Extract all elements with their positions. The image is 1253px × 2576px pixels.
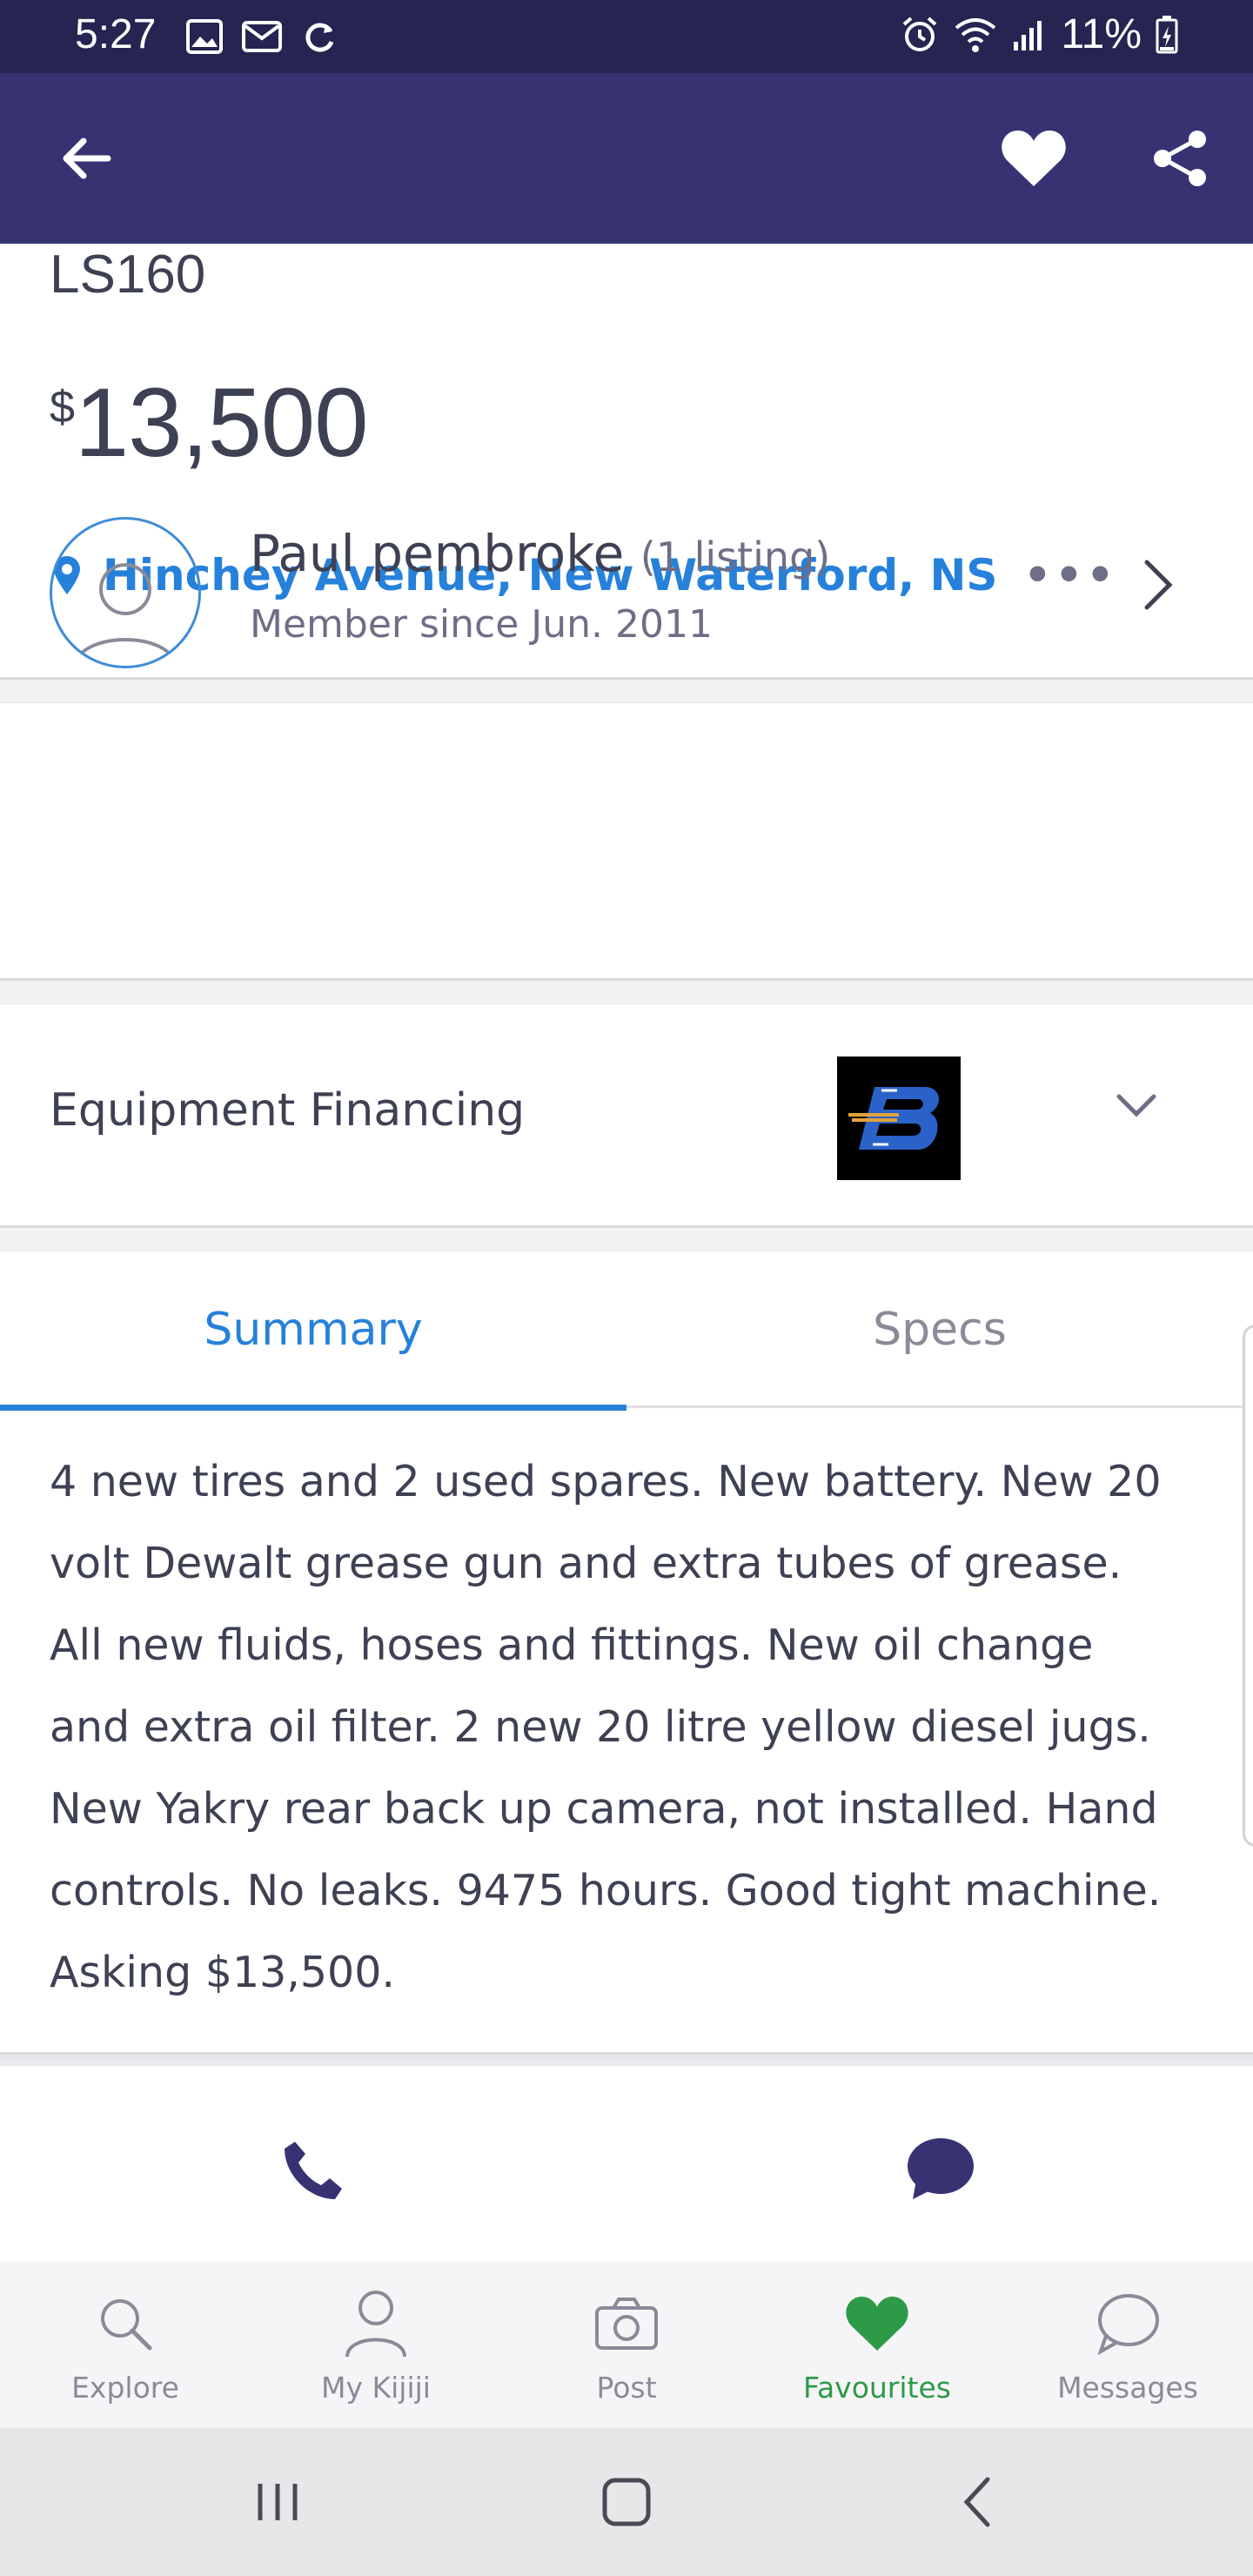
seller-listing-count: (1 listing): [640, 533, 831, 580]
scroll-handle[interactable]: [1243, 1325, 1253, 1847]
tab-specs[interactable]: Specs: [626, 1251, 1253, 1408]
price-currency: $: [50, 382, 75, 433]
battery-icon: [1156, 15, 1178, 53]
seller-member-since: Member since Jun. 2011: [250, 602, 713, 647]
share-button[interactable]: [1128, 106, 1232, 211]
nav-label: Messages: [1057, 2370, 1198, 2405]
bottom-nav: Explore My Kijiji Post Favourites Messag…: [0, 2261, 1253, 2428]
heart-icon: [1002, 131, 1066, 186]
seller-card[interactable]: Paul pembroke (1 listing) Member since J…: [0, 463, 1253, 733]
chevron-down-icon[interactable]: [1114, 1091, 1159, 1121]
message-button[interactable]: [626, 2066, 1253, 2275]
back-button[interactable]: [33, 106, 137, 211]
chat-bubble-icon: [908, 2138, 974, 2199]
nav-explore[interactable]: Explore: [0, 2261, 251, 2428]
nav-label: My Kijiji: [321, 2370, 431, 2405]
wifi-icon: [955, 17, 996, 52]
nav-favourites[interactable]: Favourites: [752, 2261, 1002, 2428]
nav-label: Explore: [71, 2370, 179, 2405]
phone-icon: [285, 2142, 342, 2199]
chat-bubble-icon: [1097, 2293, 1159, 2355]
seller-name-line: Paul pembroke (1 listing): [250, 524, 830, 583]
mail-icon: [242, 21, 282, 52]
image-icon: [186, 19, 223, 54]
search-icon: [101, 2298, 152, 2350]
listing-description: 4 new tires and 2 used spares. New batte…: [50, 1457, 1162, 1997]
battery-percent: 11%: [1061, 11, 1142, 57]
call-button[interactable]: [0, 2066, 626, 2275]
alarm-icon: [903, 16, 937, 51]
recent-apps-icon: [258, 2484, 298, 2520]
nav-label: Post: [596, 2370, 657, 2405]
recent-apps-button[interactable]: [238, 2467, 317, 2537]
nav-post[interactable]: Post: [501, 2261, 752, 2428]
listing-price: $ 13,500: [50, 368, 369, 477]
signal-icon: [1014, 20, 1042, 50]
chevron-right-icon: [1144, 560, 1173, 610]
nav-label: Favourites: [803, 2370, 951, 2405]
arrow-left-icon: [63, 138, 111, 179]
financing-logo: [837, 1057, 961, 1180]
nav-my-kijiji[interactable]: My Kijiji: [251, 2261, 501, 2428]
section-divider: [0, 1225, 1253, 1251]
status-bar: 5:27 11%: [0, 0, 1253, 73]
notification-icons: [186, 19, 338, 56]
share-icon: [1154, 131, 1206, 186]
system-status: 11%: [901, 10, 1178, 58]
home-button[interactable]: [587, 2467, 666, 2537]
price-amount: 13,500: [74, 368, 369, 477]
equipment-financing-row[interactable]: Equipment Financing: [0, 1004, 1253, 1222]
home-icon: [602, 2478, 651, 2526]
section-divider: [0, 978, 1253, 1004]
camera-icon: [595, 2297, 658, 2350]
b-logo-icon: [848, 1087, 940, 1150]
contact-bar: [0, 2061, 1253, 2275]
tab-bar: Summary Specs: [0, 1251, 1253, 1411]
nav-messages[interactable]: Messages: [1002, 2261, 1253, 2428]
system-back-button[interactable]: [938, 2467, 1016, 2537]
avatar: [50, 517, 201, 668]
chevron-left-icon: [963, 2477, 990, 2527]
tab-summary[interactable]: Summary: [0, 1251, 626, 1411]
listing-title: LS160: [50, 245, 206, 305]
app-bar: [0, 73, 1253, 244]
favourite-button[interactable]: [982, 106, 1086, 211]
person-icon: [73, 563, 178, 666]
seller-name: Paul pembroke: [250, 524, 625, 583]
system-nav-bar: [0, 2428, 1253, 2576]
financing-label: Equipment Financing: [50, 1084, 526, 1137]
status-time: 5:27: [75, 11, 157, 57]
sync-icon: [305, 23, 334, 52]
section-divider: [0, 2052, 1253, 2061]
person-icon: [345, 2290, 406, 2357]
heart-icon: [846, 2296, 908, 2351]
